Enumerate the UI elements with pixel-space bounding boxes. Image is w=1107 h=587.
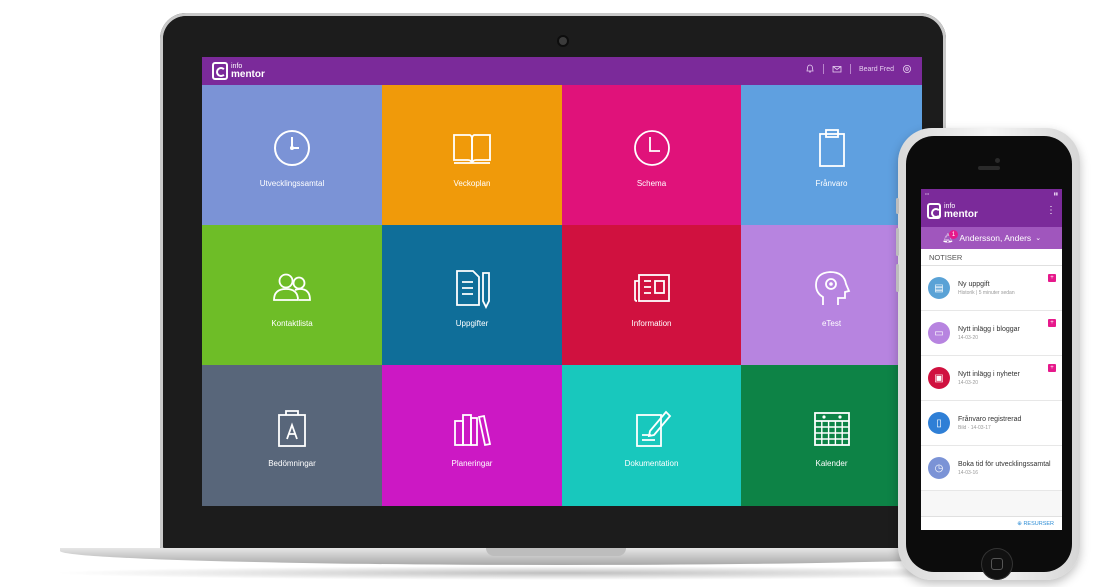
list-item[interactable]: ▭ Nytt inlägg i bloggar 14-03-20 + bbox=[921, 311, 1062, 356]
notification-title: Frånvaro registrerad bbox=[958, 415, 1022, 423]
notification-title: Boka tid för utvecklingssamtal bbox=[958, 460, 1051, 468]
chevron-down-icon: ⌄ bbox=[1035, 235, 1042, 242]
tile-label: Information bbox=[631, 318, 672, 328]
phone-header: info mentor ⋮ bbox=[921, 197, 1062, 227]
new-flag: + bbox=[1048, 319, 1056, 327]
home-button[interactable] bbox=[981, 548, 1013, 580]
tile-label: Uppgifter bbox=[455, 318, 489, 328]
user-selector[interactable]: 🔔︎ 1 Andersson, Anders ⌄ bbox=[921, 227, 1062, 249]
logo-big-text: mentor bbox=[231, 69, 265, 80]
list-item[interactable]: ◷ Boka tid för utvecklingssamtal 14-03-16 bbox=[921, 446, 1062, 491]
tile-label: Planeringar bbox=[451, 459, 493, 468]
books-icon bbox=[454, 414, 492, 447]
notification-meta: 14-03-16 bbox=[958, 469, 979, 476]
selected-user: Andersson, Anders bbox=[959, 233, 1032, 243]
list-item[interactable]: ▯ Frånvaro registrerad Bild · 14-03-17 bbox=[921, 401, 1062, 446]
tile-label: Frånvaro bbox=[815, 178, 848, 188]
contacts-icon bbox=[273, 273, 311, 301]
tile-planeringar[interactable]: Planeringar bbox=[382, 365, 562, 506]
clipboard-a-icon bbox=[278, 410, 306, 447]
open-book-icon bbox=[453, 133, 491, 164]
phone-mute-switch bbox=[896, 198, 899, 214]
phone-volume-down bbox=[896, 264, 899, 292]
tile-veckoplan[interactable]: Veckoplan bbox=[382, 85, 562, 225]
settings-icon[interactable] bbox=[902, 64, 912, 74]
clock-icon bbox=[274, 129, 310, 166]
comment-icon: ▭ bbox=[928, 322, 950, 344]
mail-icon[interactable] bbox=[832, 64, 842, 74]
infomentor-logo[interactable]: info mentor bbox=[212, 62, 265, 80]
clock-icon: ◷ bbox=[928, 457, 950, 479]
notification-meta: Bild · 14-03-17 bbox=[958, 424, 991, 431]
top-bar-actions: Beard Fred bbox=[805, 64, 912, 74]
phone-earpiece bbox=[978, 166, 1000, 170]
tile-label: Kalender bbox=[815, 459, 848, 468]
tile-bedomningar[interactable]: Bedömningar bbox=[202, 365, 382, 506]
user-name[interactable]: Beard Fred bbox=[859, 66, 894, 73]
notification-meta: 14-03-20 bbox=[958, 334, 979, 341]
phone-camera bbox=[995, 158, 1000, 163]
divider bbox=[822, 64, 824, 74]
tile-information[interactable]: Information bbox=[562, 225, 741, 365]
document-icon: ▤ bbox=[928, 277, 950, 299]
tile-label: Utvecklingssamtal bbox=[259, 178, 325, 188]
newspaper-icon: ▣ bbox=[928, 367, 950, 389]
infomentor-logo[interactable]: info mentor bbox=[927, 203, 978, 220]
head-gear-icon bbox=[814, 270, 850, 305]
more-menu-icon[interactable]: ⋮ bbox=[1046, 206, 1056, 216]
tile-label: Kontaktlista bbox=[271, 318, 313, 328]
document-pencil-icon bbox=[456, 269, 490, 309]
laptop-notch bbox=[486, 548, 626, 556]
resources-link[interactable]: ⊕ RESURSER bbox=[921, 516, 1062, 530]
notification-title: Nytt inlägg i bloggar bbox=[958, 325, 1020, 333]
top-bar: info mentor Beard Fred bbox=[202, 57, 922, 85]
tile-label: Veckoplan bbox=[453, 178, 491, 188]
list-item[interactable]: ▣ Nytt inlägg i nyheter 14-03-20 + bbox=[921, 356, 1062, 401]
tile-kontaktlista[interactable]: Kontaktlista bbox=[202, 225, 382, 365]
tile-franvaro[interactable]: Frånvaro bbox=[741, 85, 922, 225]
logo-big-text: mentor bbox=[944, 209, 978, 220]
tile-label: Bedömningar bbox=[268, 459, 316, 468]
notification-title: Ny uppgift bbox=[958, 280, 990, 288]
clipboard-icon: ▯ bbox=[928, 412, 950, 434]
tile-kalender[interactable]: Kalender bbox=[741, 365, 922, 506]
notification-badge: 1 bbox=[949, 230, 958, 239]
document-edit-icon bbox=[635, 410, 671, 447]
tile-schema[interactable]: Schema bbox=[562, 85, 741, 225]
divider bbox=[849, 64, 851, 74]
notification-list: ▤ Ny uppgift Historik | 5 minuter sedan +… bbox=[921, 266, 1062, 491]
notification-meta: Historik | 5 minuter sedan bbox=[958, 289, 1015, 296]
tile-label: eTest bbox=[821, 318, 842, 328]
tile-etest[interactable]: eTest bbox=[741, 225, 922, 365]
tile-uppgifter[interactable]: Uppgifter bbox=[382, 225, 562, 365]
notification-title: Nytt inlägg i nyheter bbox=[958, 370, 1020, 378]
phone-screen: ••• ▮▮ info mentor ⋮ 🔔︎ 1 Andersson, Ander… bbox=[921, 189, 1062, 530]
newspaper-icon bbox=[633, 273, 670, 302]
bell-icon[interactable] bbox=[805, 64, 815, 74]
clock-outline-icon bbox=[633, 129, 670, 166]
new-flag: + bbox=[1048, 274, 1056, 282]
calendar-icon bbox=[813, 412, 850, 446]
tile-utvecklingssamtal[interactable]: Utvecklingssamtal bbox=[202, 85, 382, 225]
tile-dokumentation[interactable]: Dokumentation bbox=[562, 365, 741, 506]
tile-label: Schema bbox=[636, 178, 667, 188]
status-bar: ••• ▮▮ bbox=[921, 189, 1062, 197]
new-flag: + bbox=[1048, 364, 1056, 372]
notification-meta: 14-03-20 bbox=[958, 379, 979, 386]
list-item[interactable]: ▤ Ny uppgift Historik | 5 minuter sedan + bbox=[921, 266, 1062, 311]
logo-mark-icon bbox=[212, 62, 228, 80]
phone-volume-up bbox=[896, 228, 899, 256]
module-grid: Utvecklingssamtal Veckoplan Schema Frånv… bbox=[202, 85, 922, 506]
laptop-screen: info mentor Beard Fred Utvecklingssamtal … bbox=[202, 57, 922, 506]
resources-label: RESURSER bbox=[1023, 520, 1054, 527]
clipboard-icon bbox=[818, 128, 845, 167]
laptop-camera bbox=[559, 37, 567, 45]
section-title: NOTISER bbox=[921, 249, 1062, 266]
logo-mark-icon bbox=[927, 203, 941, 219]
tile-label: Dokumentation bbox=[624, 459, 679, 468]
